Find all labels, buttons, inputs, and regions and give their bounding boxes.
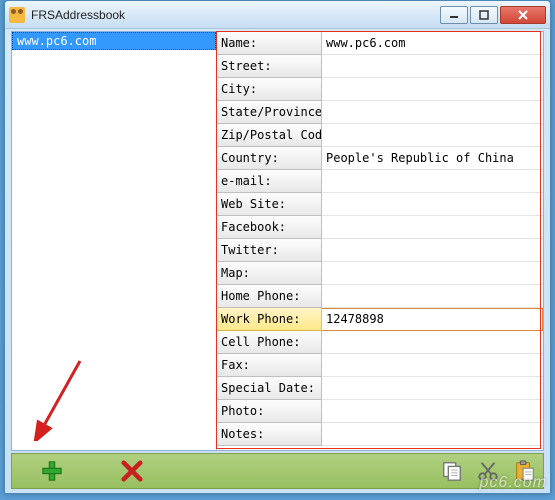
detail-row[interactable]: Facebook:	[217, 216, 543, 239]
field-value[interactable]	[322, 354, 543, 377]
detail-row[interactable]: State/Province:	[217, 101, 543, 124]
detail-row[interactable]: Notes:	[217, 423, 543, 446]
field-value[interactable]	[322, 285, 543, 308]
contact-list[interactable]: www.pc6.com	[12, 32, 217, 450]
field-value[interactable]	[322, 101, 543, 124]
detail-row[interactable]: Cell Phone:	[217, 331, 543, 354]
field-label: e-mail:	[217, 170, 322, 193]
field-value[interactable]	[322, 400, 543, 423]
detail-row[interactable]: Street:	[217, 55, 543, 78]
field-label: Home Phone:	[217, 285, 322, 308]
maximize-button[interactable]	[470, 6, 498, 24]
contact-item[interactable]: www.pc6.com	[12, 32, 216, 50]
detail-row[interactable]: City:	[217, 78, 543, 101]
app-window: FRSAddressbook www.pc6.com Name:www.pc6.…	[4, 0, 551, 494]
field-label: Cell Phone:	[217, 331, 322, 354]
field-value[interactable]	[322, 170, 543, 193]
detail-row[interactable]: Web Site:	[217, 193, 543, 216]
detail-row[interactable]: Special Date:	[217, 377, 543, 400]
client-area: www.pc6.com Name:www.pc6.comStreet:City:…	[11, 31, 544, 451]
cut-icon[interactable]	[477, 460, 499, 482]
titlebar[interactable]: FRSAddressbook	[5, 1, 550, 29]
detail-row[interactable]: e-mail:	[217, 170, 543, 193]
field-value[interactable]: People's Republic of China	[322, 147, 543, 170]
detail-row[interactable]: Twitter:	[217, 239, 543, 262]
field-label: Fax:	[217, 354, 322, 377]
field-label: Special Date:	[217, 377, 322, 400]
field-label: Web Site:	[217, 193, 322, 216]
field-label: Notes:	[217, 423, 322, 446]
field-label: Facebook:	[217, 216, 322, 239]
detail-row[interactable]: Name:www.pc6.com	[217, 32, 543, 55]
field-value[interactable]	[322, 262, 543, 285]
maximize-icon	[479, 10, 489, 20]
field-label: Twitter:	[217, 239, 322, 262]
field-value[interactable]	[322, 377, 543, 400]
field-label: Name:	[217, 32, 322, 55]
window-controls	[440, 6, 546, 24]
detail-row[interactable]: Photo:	[217, 400, 543, 423]
field-value[interactable]	[322, 423, 543, 446]
field-value[interactable]	[322, 216, 543, 239]
field-value[interactable]	[322, 124, 543, 147]
close-icon	[517, 9, 529, 21]
app-icon	[9, 7, 25, 23]
field-label: Zip/Postal Code:	[217, 124, 322, 147]
detail-row[interactable]: Map:	[217, 262, 543, 285]
field-value[interactable]	[322, 55, 543, 78]
field-value[interactable]: 12478898	[322, 308, 543, 331]
minimize-button[interactable]	[440, 6, 468, 24]
window-title: FRSAddressbook	[31, 8, 440, 22]
field-value[interactable]	[322, 193, 543, 216]
close-button[interactable]	[500, 6, 546, 24]
field-label: Photo:	[217, 400, 322, 423]
add-button[interactable]	[12, 454, 92, 488]
field-label: Country:	[217, 147, 322, 170]
field-label: Map:	[217, 262, 322, 285]
detail-row[interactable]: Country:People's Republic of China	[217, 147, 543, 170]
field-value[interactable]	[322, 331, 543, 354]
detail-pane: Name:www.pc6.comStreet:City:State/Provin…	[217, 32, 543, 450]
copy-icon[interactable]	[441, 460, 463, 482]
delete-button[interactable]	[92, 454, 172, 488]
detail-row[interactable]: Work Phone:12478898	[217, 308, 543, 331]
minimize-icon	[449, 11, 459, 19]
field-label: State/Province:	[217, 101, 322, 124]
field-value[interactable]	[322, 239, 543, 262]
field-value[interactable]: www.pc6.com	[322, 32, 543, 55]
field-label: Street:	[217, 55, 322, 78]
field-label: City:	[217, 78, 322, 101]
plus-icon	[41, 460, 63, 482]
toolbar	[11, 453, 544, 489]
field-value[interactable]	[322, 78, 543, 101]
detail-row[interactable]: Fax:	[217, 354, 543, 377]
detail-row[interactable]: Zip/Postal Code:	[217, 124, 543, 147]
paste-icon[interactable]	[513, 460, 535, 482]
detail-row[interactable]: Home Phone:	[217, 285, 543, 308]
x-icon	[121, 460, 143, 482]
field-label: Work Phone:	[217, 308, 322, 331]
